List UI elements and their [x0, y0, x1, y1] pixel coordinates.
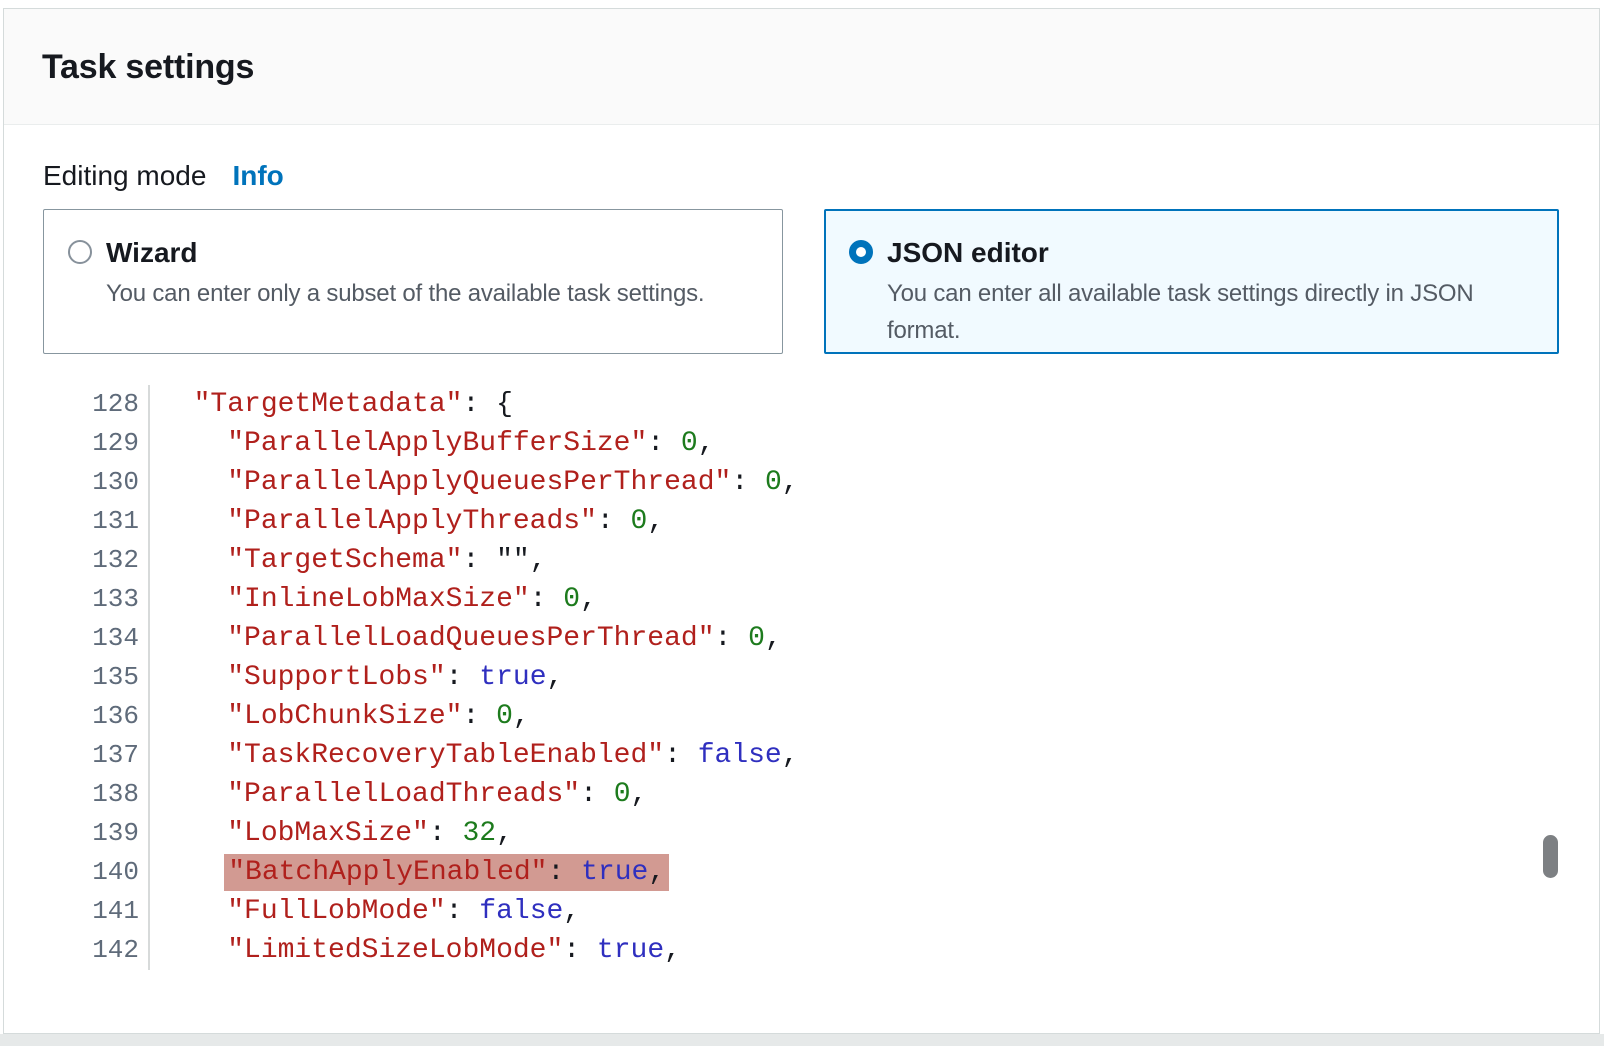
- panel-body: Editing mode Info Wizard You can enter o…: [4, 158, 1599, 970]
- code-line[interactable]: 128 "TargetMetadata": {: [43, 385, 1561, 424]
- code-line[interactable]: 138 "ParallelLoadThreads": 0,: [43, 775, 1561, 814]
- wizard-radio-button[interactable]: [68, 240, 92, 264]
- code-line[interactable]: 135 "SupportLobs": true,: [43, 658, 1561, 697]
- tile-wizard-label: Wizard: [106, 235, 704, 270]
- editing-mode-tiles: Wizard You can enter only a subset of th…: [43, 209, 1561, 354]
- tile-wizard-description: You can enter only a subset of the avail…: [106, 275, 704, 312]
- code-line[interactable]: 137 "TaskRecoveryTableEnabled": false,: [43, 736, 1561, 775]
- panel-header: Task settings: [4, 9, 1599, 125]
- page: Task settings Editing mode Info Wizard Y…: [0, 0, 1604, 1046]
- line-number: 139: [43, 814, 150, 853]
- code-line[interactable]: 129 "ParallelApplyBufferSize": 0,: [43, 424, 1561, 463]
- page-background-strip: [0, 1034, 1604, 1046]
- page-title: Task settings: [42, 44, 1561, 90]
- line-number: 140: [43, 853, 150, 892]
- line-number: 132: [43, 541, 150, 580]
- tile-json-editor-description: You can enter all available task setting…: [887, 275, 1538, 349]
- code-line[interactable]: 136 "LobChunkSize": 0,: [43, 697, 1561, 736]
- tile-json-editor[interactable]: JSON editor You can enter all available …: [824, 209, 1559, 354]
- code-line[interactable]: 140 "BatchApplyEnabled": true,: [43, 853, 1561, 892]
- line-number: 136: [43, 697, 150, 736]
- code-line[interactable]: 133 "InlineLobMaxSize": 0,: [43, 580, 1561, 619]
- json-editor-radio-button[interactable]: [849, 240, 873, 264]
- editing-mode-row: Editing mode Info: [43, 158, 1561, 194]
- line-number: 130: [43, 463, 150, 502]
- line-number: 129: [43, 424, 150, 463]
- line-number: 131: [43, 502, 150, 541]
- info-link[interactable]: Info: [232, 158, 283, 194]
- code-line[interactable]: 131 "ParallelApplyThreads": 0,: [43, 502, 1561, 541]
- scrollbar-thumb[interactable]: [1543, 835, 1558, 878]
- code-line[interactable]: 142 "LimitedSizeLobMode": true,: [43, 931, 1561, 970]
- code-line[interactable]: 139 "LobMaxSize": 32,: [43, 814, 1561, 853]
- tile-wizard[interactable]: Wizard You can enter only a subset of th…: [43, 209, 783, 354]
- tile-json-editor-label: JSON editor: [887, 235, 1538, 270]
- code-line[interactable]: 130 "ParallelApplyQueuesPerThread": 0,: [43, 463, 1561, 502]
- editing-mode-label: Editing mode: [43, 158, 206, 194]
- code-line[interactable]: 134 "ParallelLoadQueuesPerThread": 0,: [43, 619, 1561, 658]
- json-code-editor[interactable]: 128 "TargetMetadata": {129 "ParallelAppl…: [43, 385, 1561, 970]
- code-line[interactable]: 141 "FullLobMode": false,: [43, 892, 1561, 931]
- line-number: 141: [43, 892, 150, 931]
- highlighted-code: "BatchApplyEnabled": true,: [224, 854, 669, 891]
- line-number: 134: [43, 619, 150, 658]
- line-number: 135: [43, 658, 150, 697]
- line-number: 137: [43, 736, 150, 775]
- code-lines: 128 "TargetMetadata": {129 "ParallelAppl…: [43, 385, 1561, 970]
- code-line[interactable]: 132 "TargetSchema": "",: [43, 541, 1561, 580]
- tile-wizard-text: Wizard You can enter only a subset of th…: [106, 235, 704, 353]
- line-number: 142: [43, 931, 150, 970]
- line-number: 133: [43, 580, 150, 619]
- line-number: 138: [43, 775, 150, 814]
- task-settings-panel: Task settings Editing mode Info Wizard Y…: [3, 8, 1600, 1034]
- line-number: 128: [43, 385, 150, 424]
- tile-json-editor-text: JSON editor You can enter all available …: [887, 235, 1538, 352]
